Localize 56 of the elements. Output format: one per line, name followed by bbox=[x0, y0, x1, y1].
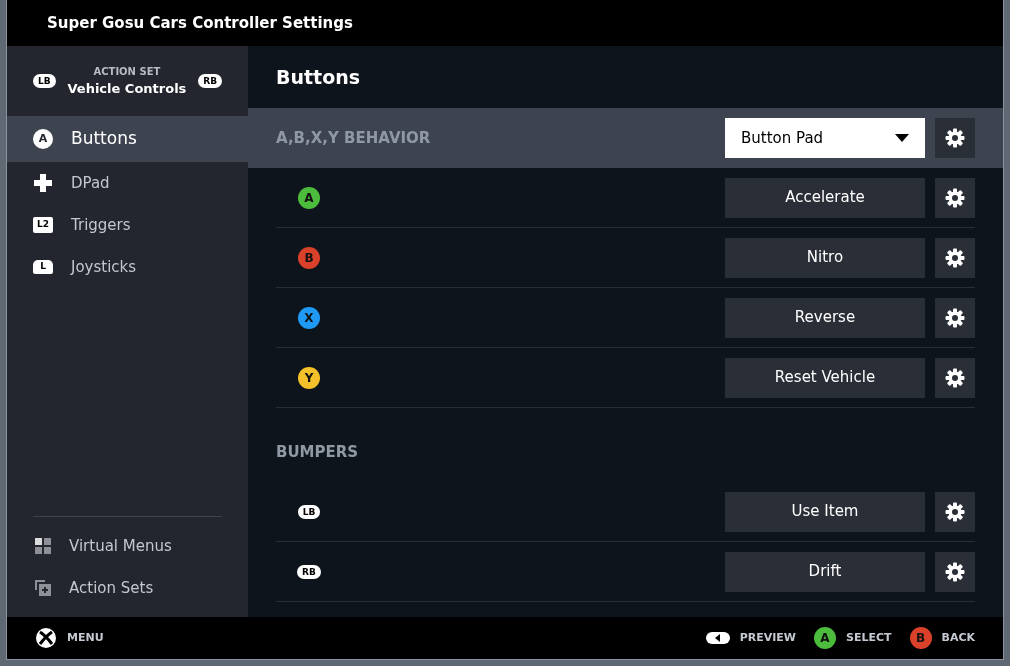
settings-button[interactable] bbox=[935, 118, 975, 158]
gear-icon bbox=[945, 307, 965, 328]
gear-icon bbox=[945, 561, 965, 582]
face-button-glyph: X bbox=[298, 306, 320, 329]
binding-button[interactable]: Drift bbox=[725, 551, 925, 592]
face-button-glyph: A bbox=[813, 627, 836, 649]
hint-label: PREVIEW bbox=[739, 629, 796, 646]
caret-icon bbox=[895, 134, 909, 142]
view-button-icon bbox=[705, 632, 730, 644]
gear-icon bbox=[945, 367, 965, 388]
bumper-glyph[interactable]: LB bbox=[33, 74, 56, 88]
sidebar-item[interactable]: A Buttons bbox=[7, 116, 248, 162]
settings-button[interactable] bbox=[935, 297, 975, 338]
section-title: Buttons bbox=[276, 64, 361, 90]
bumper-glyph: RB bbox=[297, 564, 321, 579]
dpad-icon bbox=[33, 173, 53, 193]
gear-icon bbox=[945, 247, 965, 268]
settings-button[interactable] bbox=[935, 551, 975, 592]
face-button-glyph: A bbox=[298, 186, 320, 209]
settings-button[interactable] bbox=[935, 237, 975, 278]
group-title: A,B,X,Y BEHAVIOR bbox=[276, 127, 432, 149]
sidebar-item[interactable]: L2 Triggers bbox=[7, 204, 248, 246]
sidebar-item[interactable]: Action Sets bbox=[7, 567, 248, 609]
action-set-label: ACTION SET bbox=[93, 64, 161, 79]
face-button-glyph: Y bbox=[298, 366, 320, 389]
sidebar-item[interactable]: L Joysticks bbox=[7, 246, 248, 288]
a-button-glyph: A bbox=[33, 129, 53, 149]
binding-button[interactable]: Reverse bbox=[725, 297, 925, 338]
face-button-glyph: B bbox=[298, 246, 320, 269]
window-title: Super Gosu Cars Controller Settings bbox=[47, 12, 353, 34]
joystick-glyph: L bbox=[33, 260, 53, 274]
hint-label: BACK bbox=[941, 629, 975, 646]
bumper-glyph[interactable]: RB bbox=[198, 74, 222, 88]
sidebar-item[interactable]: Virtual Menus bbox=[7, 525, 248, 567]
binding-button[interactable]: Accelerate bbox=[725, 177, 925, 218]
group-title: BUMPERS bbox=[276, 441, 360, 463]
xbox-logo-icon bbox=[35, 627, 57, 649]
stacked-plus-icon bbox=[34, 579, 52, 597]
binding-button[interactable]: Reset Vehicle bbox=[725, 357, 925, 398]
binding-button[interactable]: Use Item bbox=[725, 491, 925, 532]
settings-button[interactable] bbox=[935, 491, 975, 532]
menu-hint: MENU bbox=[67, 629, 104, 646]
action-set-name: Vehicle Controls bbox=[67, 79, 187, 98]
settings-button[interactable] bbox=[935, 357, 975, 398]
trigger-glyph: L2 bbox=[33, 217, 53, 233]
hint-label: SELECT bbox=[845, 629, 892, 646]
gear-icon bbox=[945, 501, 965, 522]
gear-icon bbox=[945, 128, 965, 148]
settings-button[interactable] bbox=[935, 177, 975, 218]
bumper-glyph: LB bbox=[297, 504, 321, 519]
gear-icon bbox=[945, 187, 965, 208]
sidebar-item[interactable]: DPad bbox=[7, 162, 248, 204]
dropdown[interactable]: Button Pad bbox=[725, 118, 925, 158]
grid-icon bbox=[34, 537, 52, 555]
face-button-glyph: B bbox=[909, 627, 932, 649]
binding-button[interactable]: Nitro bbox=[725, 237, 925, 278]
